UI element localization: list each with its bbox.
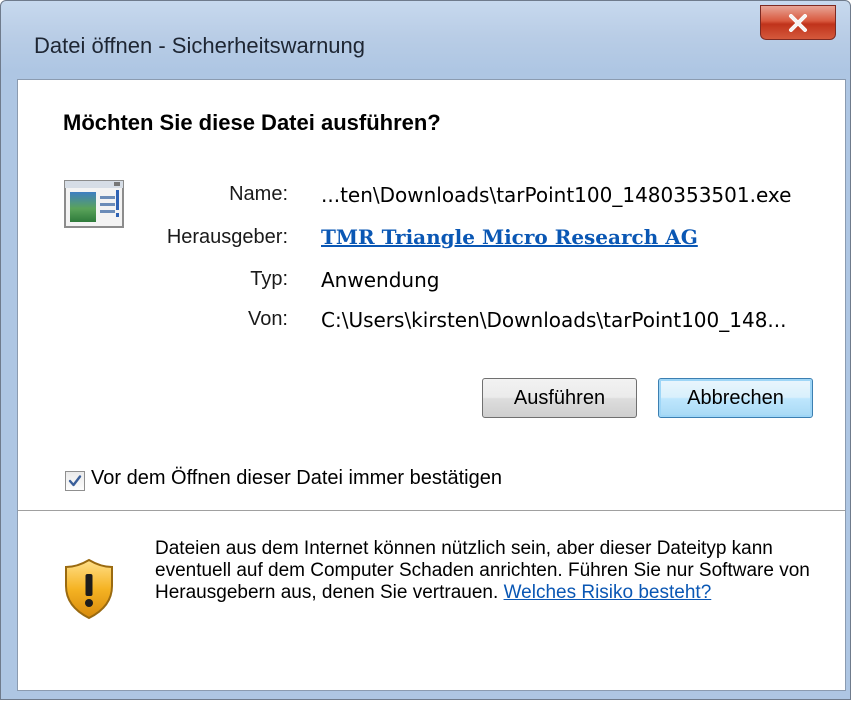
dialog-body: Möchten Sie diese Datei ausführen? Name:… [17,79,846,691]
warning-footer: Dateien aus dem Internet können nützlich… [18,512,845,690]
title-bar[interactable]: Datei öffnen - Sicherheitswarnung [1,1,850,81]
type-value: Anwendung [321,268,440,292]
publisher-link[interactable]: TMR Triangle Micro Research AG [321,225,698,249]
from-value: C:\Users\kirsten\Downloads\tarPoint100_1… [321,308,787,332]
close-x-icon [789,13,807,32]
from-label: Von: [247,308,288,330]
warning-shield-icon [65,558,113,620]
risk-link[interactable]: Welches Risiko besteht? [504,582,712,603]
always-confirm-label[interactable]: Vor dem Öffnen dieser Datei immer bestät… [91,467,502,490]
cancel-button[interactable]: Abbrechen [658,378,813,418]
always-confirm-checkbox[interactable] [65,471,85,491]
security-warning-dialog: Datei öffnen - Sicherheitswarnung Möchte… [0,0,851,700]
close-button[interactable] [760,5,836,40]
publisher-label: Herausgeber: [166,226,288,248]
type-label: Typ: [250,268,288,290]
name-value: ...ten\Downloads\tarPoint100_1480353501.… [321,183,792,207]
name-label: Name: [229,183,288,205]
dialog-question: Möchten Sie diese Datei ausführen? [63,110,441,135]
window-title: Datei öffnen - Sicherheitswarnung [34,33,366,58]
run-button[interactable]: Ausführen [482,378,637,418]
checkmark-icon [68,475,82,487]
warning-text: Dateien aus dem Internet können nützlich… [155,538,810,603]
warning-message: Dateien aus dem Internet können nützlich… [155,538,835,604]
